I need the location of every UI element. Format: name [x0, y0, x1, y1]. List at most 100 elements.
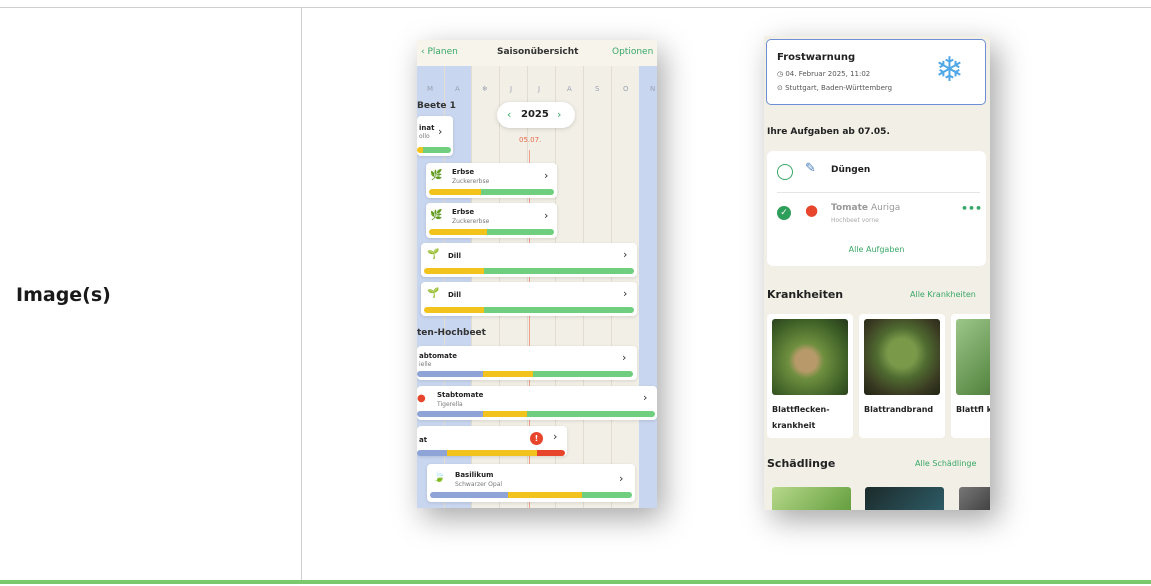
year-selector: ‹ 2025 › — [497, 102, 575, 128]
pest-image[interactable] — [865, 487, 944, 510]
column-divider — [301, 7, 302, 580]
frost-warning-card[interactable]: Frostwarnung ◷ 04. Februar 2025, 11:02 ⊙… — [766, 39, 986, 105]
month-label: O — [623, 85, 629, 93]
dill-icon: 🌱 — [427, 249, 440, 260]
season-bar — [424, 268, 634, 274]
page-title: Saisonübersicht — [497, 47, 579, 57]
previous-year-button[interactable]: ‹ — [507, 108, 511, 121]
month-label: S — [595, 85, 600, 93]
table-top-border — [0, 7, 1151, 8]
location-pin-icon: ⊙ — [777, 84, 786, 92]
garden-home-screen: Frostwarnung ◷ 04. Februar 2025, 11:02 ⊙… — [764, 36, 990, 510]
tasks-heading: Ihre Aufgaben ab 07.05. — [767, 127, 890, 137]
task-name: Tomate — [831, 203, 868, 213]
chevron-right-icon: › — [643, 391, 648, 404]
task-name: Düngen — [831, 165, 871, 175]
chevron-right-icon: › — [622, 351, 627, 364]
chevron-right-icon: › — [553, 430, 558, 443]
plant-variety: Tigerella — [437, 401, 463, 408]
month-label: N — [650, 85, 656, 93]
plant-card[interactable]: inat ollo › — [417, 116, 453, 156]
plant-card[interactable]: 🍃 Basilikum Schwarzer Opal › — [427, 464, 635, 502]
month-label: J — [510, 85, 513, 93]
plant-card[interactable]: 🌿 Erbse Zuckererbse › — [426, 203, 557, 238]
nav-header: ‹ Planen Saisonübersicht Optionen — [417, 40, 657, 66]
task-variety: Auriga — [871, 203, 901, 213]
divider — [777, 192, 980, 193]
month-axis: M A ❄ J J A S O N — [417, 85, 657, 97]
fertilizer-icon: ✎ — [805, 161, 816, 176]
more-options-icon[interactable]: ••• — [961, 202, 982, 215]
pest-image[interactable] — [959, 487, 990, 510]
tomato-icon: ● — [805, 201, 819, 219]
plant-card[interactable]: 🌿 Erbse Zuckererbse › — [426, 163, 557, 198]
pest-image[interactable] — [772, 487, 851, 510]
plant-card[interactable]: 🌱 Dill › — [421, 243, 637, 277]
disease-name: Blattfl krankl — [956, 405, 990, 414]
bed-section-title: ten-Hochbeet — [417, 328, 486, 338]
basil-icon: 🍃 — [433, 472, 446, 483]
month-label: J — [538, 85, 541, 93]
winter-band-right — [639, 66, 657, 508]
plant-card[interactable]: 🌱 Dill › — [421, 282, 637, 316]
table-bottom-border — [0, 580, 1151, 584]
task-checkbox-checked[interactable]: ✓ — [777, 206, 791, 220]
tomato-icon: ● — [417, 393, 426, 404]
all-tasks-link[interactable]: Alle Aufgaben — [767, 245, 986, 254]
plant-card[interactable]: ● Stabtomate Tigerella › — [417, 386, 657, 420]
chevron-right-icon: › — [619, 472, 624, 485]
plant-variety: Schwarzer Opal — [455, 481, 503, 488]
season-bar — [417, 371, 633, 377]
chevron-right-icon: › — [623, 248, 628, 261]
month-label: A — [567, 85, 572, 93]
frost-location: ⊙ Stuttgart, Baden-Württemberg — [777, 84, 893, 92]
plant-card[interactable]: at ! › — [417, 426, 567, 456]
tasks-card: ✎ Düngen ✓ ● Tomate Auriga Hochbeet vorn… — [767, 151, 986, 266]
row-label: Image(s) — [16, 284, 111, 306]
plant-variety: ielle — [419, 361, 432, 368]
back-button[interactable]: ‹ Planen — [421, 47, 458, 57]
all-diseases-link[interactable]: Alle Krankheiten — [910, 290, 976, 299]
season-bar — [430, 492, 632, 498]
alert-icon[interactable]: ! — [530, 432, 543, 445]
next-year-button[interactable]: › — [557, 108, 561, 121]
plant-variety: Zuckererbse — [452, 218, 490, 225]
disease-name: Blattrandbrand — [864, 405, 934, 414]
plant-variety: Zuckererbse — [452, 178, 490, 185]
disease-card[interactable]: Blattflecken-krankheit — [767, 314, 853, 438]
task-checkbox[interactable] — [777, 164, 793, 180]
season-bar — [417, 450, 565, 456]
disease-card[interactable]: Blattfl krankl — [951, 314, 990, 438]
chevron-right-icon: › — [623, 287, 628, 300]
month-label: M — [427, 85, 434, 93]
season-overview-screen: ‹ Planen Saisonübersicht Optionen M A ❄ … — [417, 40, 657, 508]
snowflake-icon: ❄ — [935, 50, 964, 90]
month-label: A — [455, 85, 460, 93]
plant-name: inat — [419, 124, 435, 132]
frost-title: Frostwarnung — [777, 52, 856, 63]
dill-icon: 🌱 — [427, 288, 440, 299]
plant-name: Erbse — [452, 208, 475, 216]
options-button[interactable]: Optionen — [612, 47, 653, 57]
disease-name: Blattflecken-krankheit — [772, 405, 830, 430]
plant-variety: ollo — [419, 133, 430, 140]
disease-image — [956, 319, 990, 395]
plant-name: Dill — [448, 291, 462, 299]
plant-name: abtomate — [419, 352, 458, 360]
task-location: Hochbeet vorne — [831, 217, 879, 224]
disease-card[interactable]: Blattrandbrand — [859, 314, 945, 438]
chevron-right-icon: › — [544, 209, 549, 222]
plant-name: Erbse — [452, 168, 475, 176]
plant-name: Stabtomate — [437, 391, 484, 399]
bed-section-title: Beete 1 — [417, 101, 456, 111]
year-label: 2025 — [521, 109, 549, 120]
today-date: 05.07. — [519, 136, 542, 144]
plant-card[interactable]: abtomate ielle › — [417, 346, 637, 380]
chevron-right-icon: › — [544, 169, 549, 182]
all-pests-link[interactable]: Alle Schädlinge — [915, 459, 976, 468]
disease-image — [864, 319, 940, 395]
season-bar — [417, 147, 451, 153]
season-bar — [424, 307, 634, 313]
diseases-heading: Krankheiten — [767, 288, 844, 301]
pea-icon: 🌿 — [430, 170, 443, 181]
